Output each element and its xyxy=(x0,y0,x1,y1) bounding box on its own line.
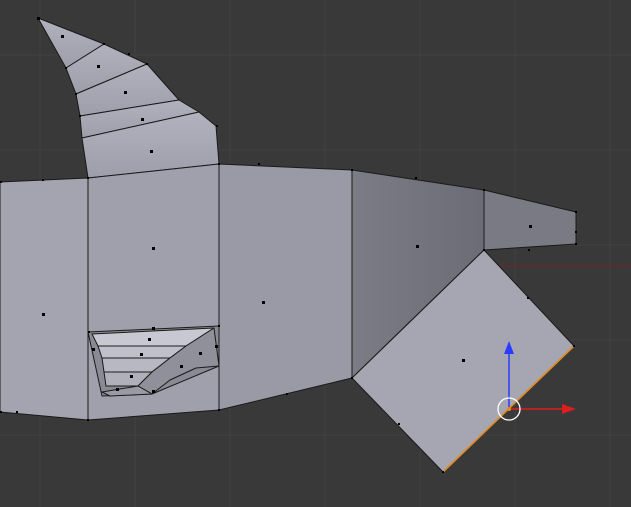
3d-viewport[interactable] xyxy=(0,0,631,507)
tail-face[interactable] xyxy=(483,189,577,251)
dorsal-fin[interactable] xyxy=(37,17,220,179)
body-face-mid[interactable] xyxy=(218,163,353,411)
fish-mesh[interactable] xyxy=(0,17,577,473)
viewport-canvas[interactable] xyxy=(0,0,631,507)
body-face-left[interactable] xyxy=(0,177,89,421)
gizmo-center-dot xyxy=(507,407,511,411)
gizmo-x-axis-arrow[interactable] xyxy=(562,404,576,414)
